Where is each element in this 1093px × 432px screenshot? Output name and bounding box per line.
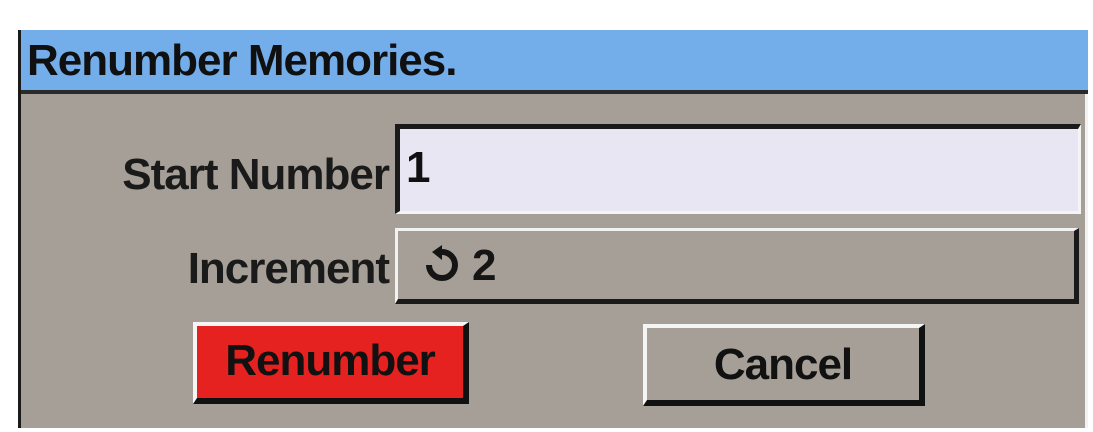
dialog-titlebar: Renumber Memories. (21, 30, 1088, 94)
renumber-memories-dialog: Renumber Memories. Start Number 1 Increm… (18, 30, 1088, 428)
start-number-label: Start Number (122, 150, 390, 199)
increment-value: 2 (472, 241, 497, 290)
start-number-input[interactable]: 1 (395, 124, 1081, 214)
dialog-title: Renumber Memories. (27, 36, 457, 85)
cancel-button[interactable]: Cancel (643, 324, 925, 406)
increment-label: Increment (187, 244, 390, 293)
cycle-icon (426, 245, 458, 281)
increment-cycle-button[interactable]: 2 (395, 228, 1079, 304)
renumber-button[interactable]: Renumber (193, 322, 469, 404)
